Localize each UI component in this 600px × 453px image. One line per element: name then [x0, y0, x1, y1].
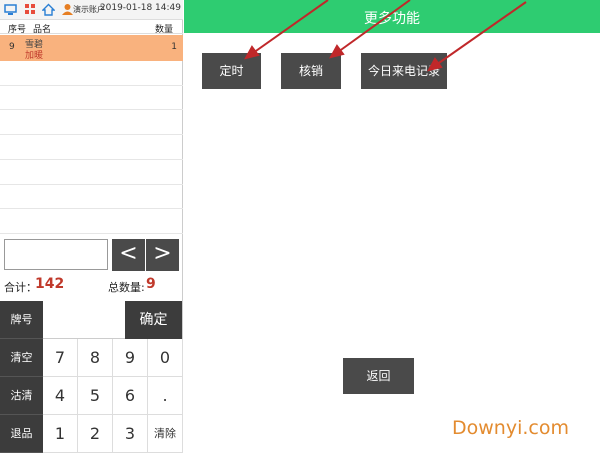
verify-button[interactable]: 核销 — [281, 53, 341, 89]
back-button[interactable]: 返回 — [343, 358, 414, 394]
delete-key[interactable]: 清除 — [148, 415, 183, 453]
count-value: 9 — [146, 276, 156, 292]
key-dot[interactable]: . — [148, 377, 183, 415]
total-value: 142 — [35, 276, 65, 292]
key-3[interactable]: 3 — [113, 415, 148, 453]
sold-out-button[interactable]: 沽清 — [0, 377, 43, 415]
card-number-button[interactable]: 牌号 — [0, 301, 43, 339]
order-panel: 演示账户 2019-01-18 14:49 序号 品名 数量 9 雪碧 加暖 1… — [0, 0, 183, 453]
return-item-button[interactable]: 退品 — [0, 415, 43, 453]
item-no: 9 — [9, 42, 15, 52]
prev-page-button[interactable]: < — [112, 239, 145, 271]
key-8[interactable]: 8 — [78, 339, 113, 377]
next-page-button[interactable]: > — [146, 239, 179, 271]
screen-icon[interactable] — [4, 3, 17, 16]
key-4[interactable]: 4 — [43, 377, 78, 415]
total-label: 合计： — [4, 281, 37, 294]
app-window: 演示账户 2019-01-18 14:49 序号 品名 数量 9 雪碧 加暖 1… — [0, 0, 600, 453]
page-title: 更多功能 — [364, 11, 420, 27]
empty-row — [0, 185, 183, 209]
item-qty: 1 — [171, 42, 177, 52]
empty-row — [0, 86, 183, 110]
key-5[interactable]: 5 — [78, 377, 113, 415]
top-toolbar: 演示账户 2019-01-18 14:49 — [0, 0, 183, 20]
timer-button[interactable]: 定时 — [202, 53, 261, 89]
empty-row — [0, 209, 183, 234]
key-2[interactable]: 2 — [78, 415, 113, 453]
list-item[interactable]: 9 雪碧 加暖 1 — [0, 35, 183, 61]
empty-row — [0, 160, 183, 185]
today-calls-button[interactable]: 今日来电记录 — [361, 53, 447, 89]
key-7[interactable]: 7 — [43, 339, 78, 377]
key-0[interactable]: 0 — [148, 339, 183, 377]
watermark: Downyi.com — [452, 417, 569, 439]
home-icon[interactable] — [42, 3, 55, 16]
card-number-input[interactable] — [43, 301, 125, 339]
search-input[interactable] — [4, 239, 108, 270]
empty-row — [0, 61, 183, 86]
key-1[interactable]: 1 — [43, 415, 78, 453]
key-6[interactable]: 6 — [113, 377, 148, 415]
grid-icon[interactable] — [24, 3, 37, 16]
column-no: 序号 — [8, 25, 27, 35]
clear-all-button[interactable]: 清空 — [0, 339, 43, 377]
key-9[interactable]: 9 — [113, 339, 148, 377]
empty-row — [0, 110, 183, 135]
item-note: 加暖 — [25, 51, 44, 61]
count-label: 总数量: — [108, 281, 145, 294]
empty-row — [0, 135, 183, 160]
confirm-button[interactable]: 确定 — [125, 301, 182, 339]
column-name: 品名 — [33, 25, 52, 35]
list-header: 序号 品名 数量 — [0, 20, 183, 35]
header-bar: 更多功能 — [184, 0, 600, 33]
column-qty: 数量 — [154, 25, 173, 35]
datetime-display: 2019-01-18 14:49 — [99, 3, 181, 13]
